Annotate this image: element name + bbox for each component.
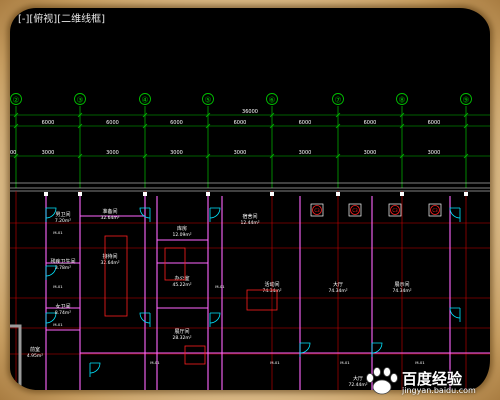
column-marker-label: C3	[352, 208, 358, 213]
axis-label: ⑥	[268, 96, 275, 105]
viewport-controls-label[interactable]: [-][俯视][二维线框]	[18, 10, 105, 25]
structural-column	[464, 192, 468, 196]
dimension-text-second: 3000	[364, 150, 377, 156]
axis-label: ⑤	[204, 96, 211, 105]
door-tag: M-01	[150, 360, 160, 365]
dimension-text-second: 3000	[42, 150, 55, 156]
dimension-text-second: 3000	[106, 150, 119, 156]
room-area: 7.20m²	[55, 218, 71, 224]
room-area: 32.64m²	[100, 215, 119, 221]
room-area: 45.22m²	[172, 282, 191, 288]
room-name: 准备间	[102, 208, 117, 215]
door-tag: M-01	[53, 230, 63, 235]
room-area: 28.32m²	[172, 335, 191, 341]
floor-plan-drawing[interactable]: ② ③ ④ ⑤ ⑥ ⑦ ⑧ ⑨ 36000 6000 6000 6000 6000 6000 6000 600…	[10, 8, 490, 390]
room-name: 办公室	[174, 275, 189, 282]
dimension-text-second: 3000	[428, 150, 441, 156]
column-marker-label: C3	[314, 208, 320, 213]
axis-label: ④	[141, 96, 148, 105]
dimension-text-second: 3000	[299, 150, 312, 156]
room-area: 74.34m²	[328, 288, 347, 294]
dimension-total-text: 36000	[242, 109, 258, 115]
door-swing	[89, 362, 101, 374]
dimension-text-top: 6000	[299, 120, 312, 126]
door-swing	[209, 207, 221, 219]
room-name: 大厅	[333, 281, 343, 288]
door-tag: M-01	[53, 284, 63, 289]
dimension-text-top: 6000	[170, 120, 183, 126]
door-swing	[449, 307, 461, 319]
paw-logo-icon	[366, 367, 398, 395]
watermark: 百度经验 jingyan.baidu.com	[362, 364, 492, 398]
structural-column	[400, 192, 404, 196]
room-name: 男卫间	[55, 211, 70, 218]
room-area: 74.34m²	[392, 288, 411, 294]
door-swing	[371, 342, 383, 354]
room-area: 8.74m²	[55, 310, 71, 316]
room-name: 宿舍间	[242, 213, 257, 220]
room-area: 32.64m²	[100, 260, 119, 266]
cad-viewport[interactable]: ② ③ ④ ⑤ ⑥ ⑦ ⑧ ⑨ 36000 6000 6000 6000 6000 6000 6000 600…	[10, 8, 490, 390]
dimension-text-top: 6000	[42, 120, 55, 126]
equipment-outline	[184, 345, 206, 365]
dimension-text-second: 3000	[170, 150, 183, 156]
dimension-text-second: 3000	[10, 150, 16, 156]
axis-label: ⑦	[334, 96, 341, 105]
room-name: 展厅间	[174, 328, 189, 335]
structural-column	[143, 192, 147, 196]
room-area: 12.44m²	[240, 220, 259, 226]
door-tag: M-01	[53, 322, 63, 327]
room-area: 74.34m²	[262, 288, 281, 294]
room-name: 残疾卫生间	[50, 258, 75, 265]
axis-label: ②	[12, 96, 19, 105]
column-marker-label: C3	[392, 208, 398, 213]
structural-column	[44, 192, 48, 196]
room-name: 活动间	[264, 281, 279, 288]
room-area: 12.09m²	[172, 232, 191, 238]
door-swing	[449, 207, 461, 219]
axis-label: ③	[76, 96, 83, 105]
dimension-text-top: 6000	[364, 120, 377, 126]
door-tag: M-01	[215, 284, 225, 289]
room-name: 展示间	[394, 281, 409, 288]
door-tag: M-01	[340, 360, 350, 365]
column-marker-label: C3	[432, 208, 438, 213]
axis-label: ⑧	[398, 96, 405, 105]
dimension-text-top: 6000	[428, 120, 441, 126]
axis-label: ⑨	[462, 96, 469, 105]
room-area: 3.78m²	[55, 265, 71, 271]
dimension-text-top: 6000	[106, 120, 119, 126]
dimension-text-top: 6000	[234, 120, 247, 126]
door-tag: M-01	[270, 360, 280, 365]
room-name: 女卫间	[55, 303, 70, 310]
room-name: 前室	[30, 346, 40, 353]
door-swing	[209, 312, 221, 324]
dimension-text-second: 3000	[234, 150, 247, 156]
structural-column	[78, 192, 82, 196]
structural-column	[336, 192, 340, 196]
structural-column	[206, 192, 210, 196]
door-swing	[299, 342, 311, 354]
room-area: 4.95m²	[27, 353, 43, 359]
exterior-corner-wall	[10, 324, 22, 390]
structural-column	[270, 192, 274, 196]
watermark-url: jingyan.baidu.com	[402, 386, 476, 395]
room-name: 库房	[177, 225, 187, 232]
